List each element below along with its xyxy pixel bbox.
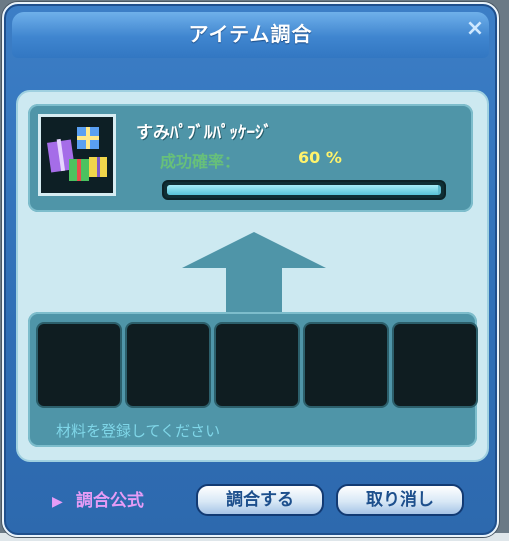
item-combine-window: アイテム調合 × すみﾊﾟﾌﾞﾙﾊﾟｯｹｰｼﾞ 成功確率： 60 % 材料を登録… — [2, 2, 499, 537]
combine-button[interactable]: 調合する — [196, 484, 324, 516]
success-rate-bar — [162, 180, 446, 200]
material-slot-3[interactable] — [214, 322, 300, 408]
success-rate-value: 60 % — [298, 148, 342, 167]
material-slot-5[interactable] — [392, 322, 478, 408]
cancel-button[interactable]: 取り消し — [336, 484, 464, 516]
success-rate-bar-track — [167, 185, 441, 195]
material-slots-panel: 材料を登録してください — [28, 312, 478, 447]
material-slot-2[interactable] — [125, 322, 211, 408]
material-slot-4[interactable] — [303, 322, 389, 408]
triangle-right-icon: ▶ — [52, 494, 63, 510]
material-slot-1[interactable] — [36, 322, 122, 408]
close-button[interactable]: × — [462, 16, 488, 42]
material-hint: 材料を登録してください — [56, 422, 221, 440]
formula-link[interactable]: ▶ 調合公式 — [52, 486, 144, 511]
result-item-panel: すみﾊﾟﾌﾞﾙﾊﾟｯｹｰｼﾞ 成功確率： 60 % — [28, 104, 473, 212]
gift-boxes-icon — [41, 117, 113, 193]
success-rate-bar-fill — [167, 185, 439, 195]
item-name: すみﾊﾟﾌﾞﾙﾊﾟｯｹｰｼﾞ — [136, 123, 272, 143]
item-icon-frame — [38, 114, 116, 196]
window-title: アイテム調合 — [188, 22, 313, 46]
combine-content-area: すみﾊﾟﾌﾞﾙﾊﾟｯｹｰｼﾞ 成功確率： 60 % 材料を登録してください — [16, 90, 489, 462]
success-rate-label: 成功確率： — [160, 152, 241, 171]
formula-label: 調合公式 — [75, 491, 144, 511]
